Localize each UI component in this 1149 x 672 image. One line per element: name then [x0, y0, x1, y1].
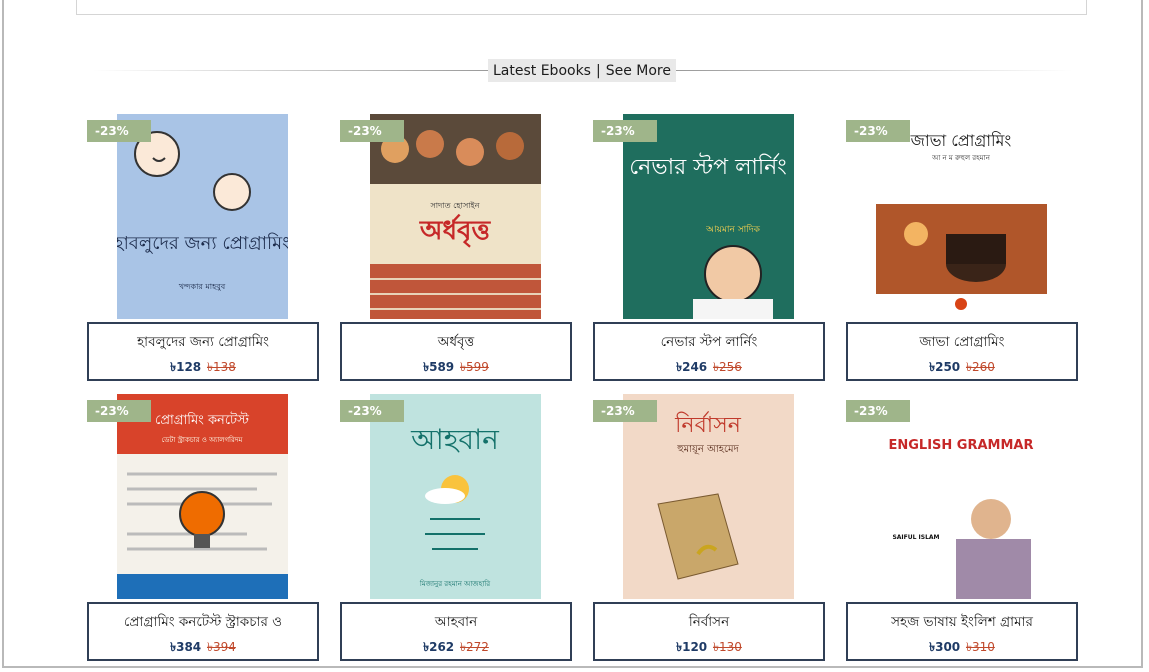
cover-title: নির্বাসন — [674, 411, 742, 438]
cover-author: ডেটা স্ট্রাকচার ও অ্যালগরিদম — [162, 435, 243, 444]
top-panel — [76, 0, 1087, 15]
book-card[interactable]: প্রোগ্রামিং কনটেস্ট ডেটা স্ট্রাকচার ও অ্… — [87, 394, 319, 662]
discount-badge: -23% — [593, 120, 657, 142]
cover-author: মিজানুর রহমান আজহারি — [419, 580, 490, 588]
old-price: ৳138 — [206, 360, 236, 374]
book-price: ৳262 ৳272 — [342, 639, 570, 659]
book-title[interactable]: আহবান — [342, 611, 570, 634]
book-title[interactable]: প্রোগ্রামিং কনটেস্ট স্ট্রাকচার ও — [89, 611, 317, 634]
book-price: ৳250 ৳260 — [848, 359, 1076, 379]
book-title[interactable]: অর্ধবৃত্ত — [342, 331, 570, 354]
book-title[interactable]: নির্বাসন — [595, 611, 823, 634]
book-title[interactable]: নেভার স্টপ লার্নিং — [595, 331, 823, 354]
section-title: Latest Ebooks — [493, 62, 591, 79]
book-info[interactable]: অর্ধবৃত্ত ৳589 ৳599 — [340, 322, 572, 381]
cover-author: SAIFUL ISLAM — [892, 534, 939, 541]
old-price: ৳310 — [965, 640, 995, 654]
book-card[interactable]: সাদাত হোসাইন অর্ধবৃত্ত -23% অর্ধবৃত্ত ৳5… — [340, 114, 572, 382]
book-cover-illustration: ENGLISH GRAMMAR SAIFUL ISLAM — [876, 394, 1047, 599]
old-price: ৳130 — [712, 640, 742, 654]
book-cover[interactable]: জাভা প্রোগ্রামিং আ ন ম রুহুল রহমান — [876, 114, 1047, 319]
book-card[interactable]: ENGLISH GRAMMAR SAIFUL ISLAM -23% সহজ ভা… — [846, 394, 1078, 662]
discount-badge: -23% — [846, 120, 910, 142]
book-info[interactable]: সহজ ভাষায় ইংলিশ গ্রামার ৳300 ৳310 — [846, 602, 1078, 661]
book-price: ৳300 ৳310 — [848, 639, 1076, 659]
cover-title: অর্ধবৃত্ত — [419, 214, 492, 247]
book-info[interactable]: আহবান ৳262 ৳272 — [340, 602, 572, 661]
book-info[interactable]: জাভা প্রোগ্রামিং ৳250 ৳260 — [846, 322, 1078, 381]
old-price: ৳394 — [206, 640, 236, 654]
book-cover-illustration: হাবলুদের জন্য প্রোগ্রামিং খন্দকার মাহবুব — [117, 114, 288, 319]
book-info[interactable]: নেভার স্টপ লার্নিং ৳246 ৳256 — [593, 322, 825, 381]
discount-badge: -23% — [340, 400, 404, 422]
book-cover[interactable]: ENGLISH GRAMMAR SAIFUL ISLAM — [876, 394, 1047, 599]
book-cover[interactable]: নেভার স্টপ লার্নিং আয়মান সাদিক — [623, 114, 794, 319]
cover-title: হাবলুদের জন্য প্রোগ্রামিং — [117, 233, 288, 254]
see-more-link[interactable]: See More — [606, 63, 671, 79]
book-cover-illustration: সাদাত হোসাইন অর্ধবৃত্ত — [370, 114, 541, 319]
book-cover-illustration: প্রোগ্রামিং কনটেস্ট ডেটা স্ট্রাকচার ও অ্… — [117, 394, 288, 599]
book-cover[interactable]: প্রোগ্রামিং কনটেস্ট ডেটা স্ট্রাকচার ও অ্… — [117, 394, 288, 599]
old-price: ৳260 — [965, 360, 995, 374]
book-price: ৳589 ৳599 — [342, 359, 570, 379]
book-cover-illustration: নেভার স্টপ লার্নিং আয়মান সাদিক — [623, 114, 794, 319]
book-info[interactable]: হাবলুদের জন্য প্রোগ্রামিং ৳128 ৳138 — [87, 322, 319, 381]
current-price: ৳300 — [929, 640, 961, 654]
book-price: ৳128 ৳138 — [89, 359, 317, 379]
book-info[interactable]: নির্বাসন ৳120 ৳130 — [593, 602, 825, 661]
book-card[interactable]: হাবলুদের জন্য প্রোগ্রামিং খন্দকার মাহবুব… — [87, 114, 319, 382]
cover-author: আয়মান সাদিক — [705, 224, 760, 235]
cover-title: জাভা প্রোগ্রামিং — [910, 131, 1012, 150]
old-price: ৳256 — [712, 360, 742, 374]
book-price: ৳120 ৳130 — [595, 639, 823, 659]
book-card[interactable]: আহবান মিজানুর রহমান আজহারি -23% আহবান ৳2… — [340, 394, 572, 662]
book-cover[interactable]: হাবলুদের জন্য প্রোগ্রামিং খন্দকার মাহবুব — [117, 114, 288, 319]
book-info[interactable]: প্রোগ্রামিং কনটেস্ট স্ট্রাকচার ও ৳384 ৳3… — [87, 602, 319, 661]
book-cover-illustration: নির্বাসন হুমায়ূন আহমেদ — [623, 394, 794, 599]
discount-badge: -23% — [593, 400, 657, 422]
discount-badge: -23% — [846, 400, 910, 422]
current-price: ৳262 — [423, 640, 455, 654]
old-price: ৳272 — [459, 640, 489, 654]
current-price: ৳128 — [170, 360, 202, 374]
book-cover-illustration: জাভা প্রোগ্রামিং আ ন ম রুহুল রহমান — [876, 114, 1047, 319]
current-price: ৳250 — [929, 360, 961, 374]
discount-badge: -23% — [87, 400, 151, 422]
section-heading: Latest Ebooks | See More — [488, 59, 676, 82]
book-card[interactable]: নির্বাসন হুমায়ূন আহমেদ -23% নির্বাসন ৳1… — [593, 394, 825, 662]
book-cover[interactable]: নির্বাসন হুমায়ূন আহমেদ — [623, 394, 794, 599]
book-cover-illustration: আহবান মিজানুর রহমান আজহারি — [370, 394, 541, 599]
old-price: ৳599 — [459, 360, 489, 374]
cover-title: আহবান — [410, 423, 500, 456]
cover-author: খন্দকার মাহবুব — [179, 282, 226, 291]
book-price: ৳384 ৳394 — [89, 639, 317, 659]
book-price: ৳246 ৳256 — [595, 359, 823, 379]
discount-badge: -23% — [87, 120, 151, 142]
book-card[interactable]: জাভা প্রোগ্রামিং আ ন ম রুহুল রহমান -23% … — [846, 114, 1078, 382]
cover-author: হুমায়ূন আহমেদ — [676, 444, 739, 455]
current-price: ৳246 — [676, 360, 708, 374]
heading-rule-right — [676, 70, 1072, 71]
discount-badge: -23% — [340, 120, 404, 142]
cover-author: সাদাত হোসাইন — [430, 201, 480, 210]
book-card[interactable]: নেভার স্টপ লার্নিং আয়মান সাদিক -23% নেভ… — [593, 114, 825, 382]
heading-separator: | — [595, 62, 601, 79]
current-price: ৳589 — [423, 360, 455, 374]
cover-title: নেভার স্টপ লার্নিং — [629, 153, 787, 180]
book-cover[interactable]: সাদাত হোসাইন অর্ধবৃত্ত — [370, 114, 541, 319]
cover-title: প্রোগ্রামিং কনটেস্ট — [155, 412, 249, 428]
book-title[interactable]: সহজ ভাষায় ইংলিশ গ্রামার — [848, 611, 1076, 634]
current-price: ৳384 — [170, 640, 202, 654]
book-title[interactable]: জাভা প্রোগ্রামিং — [848, 331, 1076, 354]
book-title[interactable]: হাবলুদের জন্য প্রোগ্রামিং — [89, 331, 317, 354]
book-cover[interactable]: আহবান মিজানুর রহমান আজহারি — [370, 394, 541, 599]
heading-rule-left — [92, 70, 488, 71]
cover-title: ENGLISH GRAMMAR — [888, 438, 1033, 453]
cover-author: আ ন ম রুহুল রহমান — [931, 154, 991, 162]
current-price: ৳120 — [676, 640, 708, 654]
